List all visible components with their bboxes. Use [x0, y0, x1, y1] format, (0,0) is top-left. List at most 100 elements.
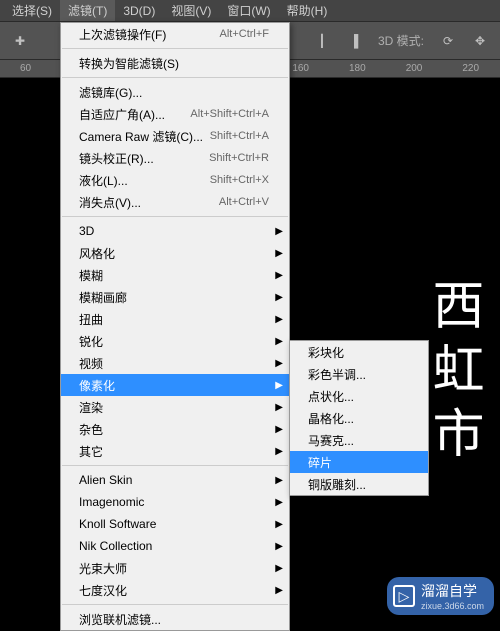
menu-item-filter-gallery[interactable]: 滤镜库(G)... — [61, 81, 289, 103]
menu-item-noise[interactable]: 杂色 ▶ — [61, 418, 289, 440]
submenu-arrow-icon: ▶ — [275, 541, 283, 552]
menu-label: 自适应广角(A)... — [79, 106, 190, 123]
menu-item-camera-raw[interactable]: Camera Raw 滤镜(C)... Shift+Ctrl+A — [61, 125, 289, 147]
submenu-arrow-icon: ▶ — [275, 248, 283, 259]
menu-label: 七度汉化 — [79, 582, 269, 599]
submenu-arrow-icon: ▶ — [275, 336, 283, 347]
menu-label: 扭曲 — [79, 311, 269, 328]
menu-label: 铜版雕刻... — [308, 476, 408, 493]
menu-shortcut: Shift+Ctrl+A — [210, 130, 269, 142]
menu-item-browse-online[interactable]: 浏览联机滤镜... — [61, 608, 289, 630]
menu-item-last-filter[interactable]: 上次滤镜操作(F) Alt+Ctrl+F — [61, 23, 289, 45]
menu-label: 风格化 — [79, 245, 269, 262]
submenu-arrow-icon: ▶ — [275, 402, 283, 413]
menu-shortcut: Shift+Ctrl+R — [209, 152, 269, 164]
menu-item-alien-skin[interactable]: Alien Skin ▶ — [61, 469, 289, 491]
menu-label: 消失点(V)... — [79, 194, 219, 211]
watermark-title: 溜溜自学 — [421, 583, 477, 599]
ruler-tick: 60 — [20, 63, 31, 74]
menu-item-stylize[interactable]: 风格化 ▶ — [61, 242, 289, 264]
menu-separator — [62, 604, 288, 605]
menu-label: Nik Collection — [79, 539, 269, 553]
menu-item-qidu[interactable]: 七度汉化 ▶ — [61, 579, 289, 601]
submenu-item-color-half[interactable]: 彩色半调... — [290, 363, 428, 385]
menu-shortcut: Alt+Shift+Ctrl+A — [190, 108, 269, 120]
pan-icon[interactable]: ✥ — [466, 27, 494, 55]
submenu-arrow-icon: ▶ — [275, 380, 283, 391]
pixelate-submenu: 彩块化 彩色半调... 点状化... 晶格化... 马赛克... 碎片 铜版雕刻… — [289, 340, 429, 496]
submenu-item-pointillize[interactable]: 点状化... — [290, 385, 428, 407]
align-center-icon[interactable]: ┃ — [308, 27, 336, 55]
menu-label: 渲染 — [79, 399, 269, 416]
menu-item-guangshu[interactable]: 光束大师 ▶ — [61, 557, 289, 579]
menu-item-convert-smart[interactable]: 转换为智能滤镜(S) — [61, 52, 289, 74]
menu-select[interactable]: 选择(S) — [4, 0, 60, 21]
menu-label: 点状化... — [308, 388, 408, 405]
menu-item-other[interactable]: 其它 ▶ — [61, 440, 289, 462]
menu-item-vanishing-point[interactable]: 消失点(V)... Alt+Ctrl+V — [61, 191, 289, 213]
menu-3d[interactable]: 3D(D) — [115, 2, 163, 20]
watermark-badge: ▷ 溜溜自学 zixue.3d66.com — [387, 577, 494, 615]
tool-icon[interactable]: ✚ — [6, 27, 34, 55]
submenu-arrow-icon: ▶ — [275, 563, 283, 574]
watermark-subtitle: zixue.3d66.com — [421, 601, 484, 611]
submenu-item-mezzotint[interactable]: 铜版雕刻... — [290, 473, 428, 495]
menu-item-imagenomic[interactable]: Imagenomic ▶ — [61, 491, 289, 513]
ruler-tick: 160 — [292, 63, 309, 74]
menu-label: 其它 — [79, 443, 269, 460]
menu-view[interactable]: 视图(V) — [163, 0, 219, 21]
submenu-arrow-icon: ▶ — [275, 446, 283, 457]
menu-filter[interactable]: 滤镜(T) — [60, 0, 115, 21]
menu-item-3d[interactable]: 3D ▶ — [61, 220, 289, 242]
submenu-arrow-icon: ▶ — [275, 270, 283, 281]
menu-item-distort[interactable]: 扭曲 ▶ — [61, 308, 289, 330]
ruler-tick: 200 — [406, 63, 423, 74]
align-right-icon[interactable]: ▐ — [340, 27, 368, 55]
menu-item-render[interactable]: 渲染 ▶ — [61, 396, 289, 418]
menu-shortcut: Alt+Ctrl+V — [219, 196, 269, 208]
menubar: 选择(S) 滤镜(T) 3D(D) 视图(V) 窗口(W) 帮助(H) — [0, 0, 500, 22]
menu-label: 视频 — [79, 355, 269, 372]
menu-separator — [62, 216, 288, 217]
menu-label: 3D — [79, 224, 269, 238]
menu-label: Imagenomic — [79, 495, 269, 509]
menu-item-nik[interactable]: Nik Collection ▶ — [61, 535, 289, 557]
menu-item-video[interactable]: 视频 ▶ — [61, 352, 289, 374]
menu-window[interactable]: 窗口(W) — [219, 0, 278, 21]
menu-label: 镜头校正(R)... — [79, 150, 209, 167]
submenu-item-crystallize[interactable]: 晶格化... — [290, 407, 428, 429]
menu-label: 锐化 — [79, 333, 269, 350]
menu-label: 杂色 — [79, 421, 269, 438]
submenu-arrow-icon: ▶ — [275, 226, 283, 237]
menu-separator — [62, 465, 288, 466]
menu-item-lens-correction[interactable]: 镜头校正(R)... Shift+Ctrl+R — [61, 147, 289, 169]
menu-item-blur[interactable]: 模糊 ▶ — [61, 264, 289, 286]
menu-label: 模糊 — [79, 267, 269, 284]
submenu-item-color-halftone[interactable]: 彩块化 — [290, 341, 428, 363]
submenu-arrow-icon: ▶ — [275, 358, 283, 369]
menu-item-knoll[interactable]: Knoll Software ▶ — [61, 513, 289, 535]
menu-item-sharpen[interactable]: 锐化 ▶ — [61, 330, 289, 352]
submenu-item-mosaic[interactable]: 马赛克... — [290, 429, 428, 451]
submenu-arrow-icon: ▶ — [275, 475, 283, 486]
menu-separator — [62, 48, 288, 49]
submenu-item-fragment[interactable]: 碎片 — [290, 451, 428, 473]
submenu-arrow-icon: ▶ — [275, 314, 283, 325]
menu-item-liquify[interactable]: 液化(L)... Shift+Ctrl+X — [61, 169, 289, 191]
menu-label: 滤镜库(G)... — [79, 84, 269, 101]
menu-item-blur-gallery[interactable]: 模糊画廊 ▶ — [61, 286, 289, 308]
play-icon: ▷ — [393, 585, 415, 607]
menu-label: 晶格化... — [308, 410, 408, 427]
ruler-tick: 180 — [349, 63, 366, 74]
orbit-icon[interactable]: ⟳ — [434, 27, 462, 55]
filter-menu-dropdown: 上次滤镜操作(F) Alt+Ctrl+F 转换为智能滤镜(S) 滤镜库(G)..… — [60, 22, 290, 631]
menu-separator — [62, 77, 288, 78]
menu-shortcut: Alt+Ctrl+F — [219, 28, 269, 40]
menu-help[interactable]: 帮助(H) — [279, 0, 336, 21]
menu-item-adaptive-wide[interactable]: 自适应广角(A)... Alt+Shift+Ctrl+A — [61, 103, 289, 125]
menu-item-pixelate[interactable]: 像素化 ▶ — [61, 374, 289, 396]
menu-label: 马赛克... — [308, 432, 408, 449]
menu-label: Alien Skin — [79, 473, 269, 487]
submenu-arrow-icon: ▶ — [275, 292, 283, 303]
menu-label: 彩色半调... — [308, 366, 408, 383]
